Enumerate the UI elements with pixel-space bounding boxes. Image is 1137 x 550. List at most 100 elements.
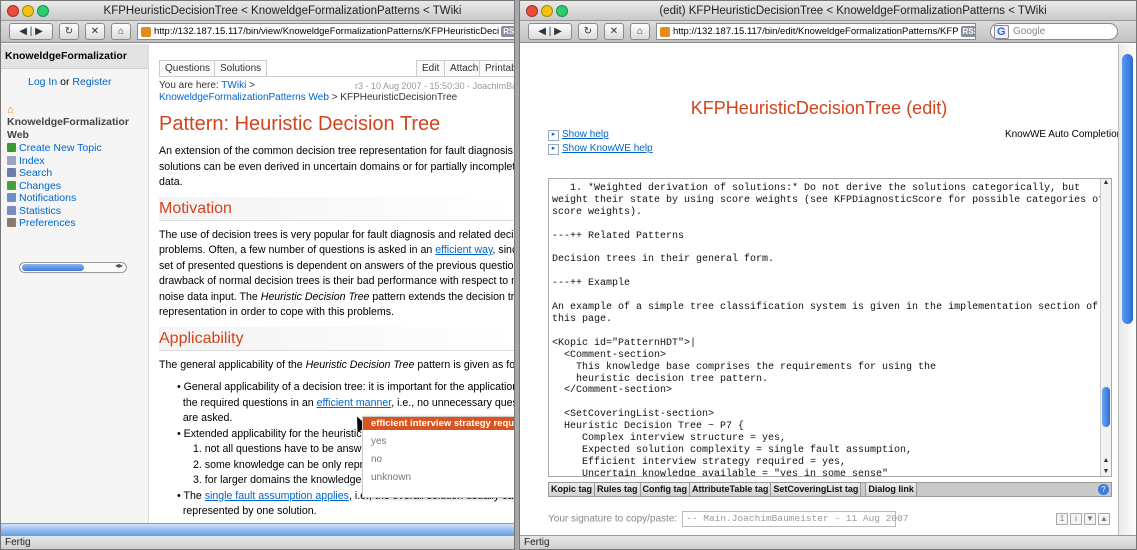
sidebar-item-notifications[interactable]: Notifications [1, 192, 148, 205]
scroll-down-icon[interactable]: ▼ [1101, 468, 1111, 475]
sidebar-item-label[interactable]: Statistics [19, 205, 61, 217]
register-link[interactable]: Register [72, 76, 111, 88]
login-register: Log In or Register [1, 69, 148, 88]
scroll-up-icon[interactable]: ▲ [1101, 457, 1111, 464]
dialog-link-button[interactable]: Dialog link [865, 483, 917, 496]
close-window-icon[interactable] [7, 5, 19, 17]
info-icon[interactable]: i [1070, 513, 1082, 525]
intro-line: solutions can be even derived in uncerta… [159, 160, 514, 173]
efficient-manner-link[interactable]: efficient manner [317, 397, 392, 409]
scrollbar-thumb[interactable] [22, 264, 84, 271]
title-bar[interactable]: (edit) KFPHeuristicDecisionTree < Knowel… [520, 1, 1136, 21]
text-line: set of presented questions is dependent … [159, 259, 514, 272]
show-knowwe-help-link[interactable]: Show KnowWE help [548, 143, 653, 155]
sidebar-item-label[interactable]: Notifications [19, 192, 76, 204]
attributetable-tag-button[interactable]: AttributeTable tag [690, 483, 772, 496]
forward-arrow-icon[interactable]: ▶ [35, 26, 43, 37]
stop-button[interactable]: ✕ [604, 23, 624, 40]
favicon-icon [660, 27, 670, 37]
minimize-window-icon[interactable] [22, 5, 34, 17]
rules-tag-button[interactable]: Rules tag [595, 483, 641, 496]
signature-field[interactable]: -- Main.JoachimBaumeister - 11 Aug 2007 [682, 511, 909, 527]
twiki-sidebar: KnoweldgeFormalizatior Log In or Registe… [1, 44, 149, 535]
kopic-tag-button[interactable]: Kopic tag [549, 483, 596, 496]
arrow-down-icon[interactable]: ▼ [1084, 513, 1096, 525]
search-field[interactable]: G Google [990, 23, 1118, 40]
list-item: The [183, 489, 202, 502]
breadcrumb-web-link[interactable]: KnoweldgeFormalizationPatterns Web [159, 92, 329, 103]
text-line: pattern extends the decision tree [372, 290, 514, 303]
sidebar-item-changes[interactable]: Changes [1, 180, 148, 193]
tab-printable[interactable]: Printable [479, 60, 514, 76]
single-fault-link[interactable]: single fault assumption applies [205, 490, 349, 502]
sidebar-item-statistics[interactable]: Statistics [1, 205, 148, 218]
web-home-icon[interactable]: ⌂ [1, 88, 148, 116]
tab-questions[interactable]: Questions [159, 60, 217, 76]
reload-button[interactable]: ↻ [578, 23, 598, 40]
editor-scroll-thumb[interactable] [1102, 387, 1110, 427]
stop-button[interactable]: ✕ [85, 23, 105, 40]
signature-label: Your signature to copy/paste: [548, 513, 678, 525]
tab-edit[interactable]: Edit [416, 60, 446, 76]
sidebar-item-create-new-topic[interactable]: Create New Topic [1, 142, 148, 155]
topic-text-editor[interactable]: 1. *Weighted derivation of solutions:* D… [548, 178, 1112, 477]
rss-icon[interactable]: RSS [960, 26, 975, 37]
sidebar-item-label[interactable]: Preferences [19, 217, 76, 229]
scrollbar-thumb[interactable] [1122, 54, 1133, 324]
breadcrumb-current: > KFPHeuristicDecisionTree [331, 92, 458, 103]
google-icon[interactable]: G [994, 25, 1009, 39]
sidebar-item-index[interactable]: Index [1, 155, 148, 168]
scroll-arrows-icon[interactable]: ◂▸ [115, 261, 123, 270]
search-placeholder: Google [1013, 26, 1046, 37]
line-number-icon[interactable]: 1 [1056, 513, 1068, 525]
popup-option-yes[interactable]: yes [363, 430, 514, 448]
popup-option-unknown[interactable]: unknown [363, 466, 514, 484]
horizontal-scrollbar[interactable]: ◂▸ [19, 261, 127, 273]
sidebar-item-label[interactable]: Create New Topic [19, 142, 102, 154]
sidebar-item-label[interactable]: Changes [19, 180, 61, 192]
sidebar-item-search[interactable]: Search [1, 167, 148, 180]
zoom-window-icon[interactable] [556, 5, 568, 17]
home-button[interactable]: ⌂ [111, 23, 131, 40]
web-breadcrumb: KnoweldgeFormalizationPatterns Web > KFP… [159, 92, 514, 104]
editor-text[interactable]: 1. *Weighted derivation of solutions:* D… [549, 179, 1111, 476]
config-tag-button[interactable]: Config tag [640, 483, 691, 496]
sidebar-item-label[interactable]: Index [19, 155, 45, 167]
back-arrow-icon[interactable]: ◀ [19, 26, 27, 37]
breadcrumb-twiki-link[interactable]: TWiki [221, 80, 246, 91]
status-bar: Fertig [1, 535, 514, 549]
login-link[interactable]: Log In [28, 76, 57, 88]
editor-scrollbar[interactable]: ▲ ▲ ▼ [1100, 179, 1111, 476]
scroll-up-icon[interactable]: ▲ [1101, 179, 1111, 186]
back-forward-button[interactable]: ◀ | ▶ [528, 23, 572, 40]
minimize-window-icon[interactable] [541, 5, 553, 17]
setcoveringlist-tag-button[interactable]: SetCoveringList tag [771, 483, 862, 496]
sidebar-item-label[interactable]: Search [19, 167, 52, 179]
text-line: , since the [492, 244, 514, 256]
home-button[interactable]: ⌂ [630, 23, 650, 40]
text-line: representation in order to cope with thi… [159, 306, 394, 318]
forward-arrow-icon[interactable]: ▶ [554, 26, 562, 37]
popup-option-no[interactable]: no [363, 448, 514, 466]
horizontal-scrollbar-bottom[interactable] [1, 523, 514, 535]
show-help-link[interactable]: Show help [548, 129, 609, 141]
arrow-up-icon[interactable]: ▲ [1098, 513, 1110, 525]
help-icon[interactable]: ? [1098, 484, 1109, 495]
zoom-window-icon[interactable] [37, 5, 49, 17]
title-bar[interactable]: KFPHeuristicDecisionTree < KnoweldgeForm… [1, 1, 514, 21]
popup-question: efficient interview strategy required [363, 417, 514, 430]
efficient-way-link[interactable]: efficient way [435, 244, 492, 256]
sidebar-item-preferences[interactable]: Preferences [1, 217, 148, 230]
text-line: The general applicability of the [159, 358, 303, 371]
back-forward-button[interactable]: ◀ | ▶ [9, 23, 53, 40]
window-vertical-scrollbar[interactable] [1118, 44, 1136, 535]
sidebar-web-title[interactable]: KnoweldgeFormalizatior Web [1, 116, 148, 142]
back-arrow-icon[interactable]: ◀ [538, 26, 546, 37]
tab-solutions[interactable]: Solutions [214, 60, 268, 76]
close-window-icon[interactable] [526, 5, 538, 17]
url-bar[interactable]: http://132.187.15.117/bin/view/Knoweldge… [137, 23, 514, 40]
reload-button[interactable]: ↻ [59, 23, 79, 40]
rss-icon[interactable]: RSS [501, 26, 514, 37]
url-bar[interactable]: http://132.187.15.117/bin/edit/Knoweldge… [656, 23, 976, 40]
window-title: (edit) KFPHeuristicDecisionTree < Knowel… [659, 5, 1047, 17]
